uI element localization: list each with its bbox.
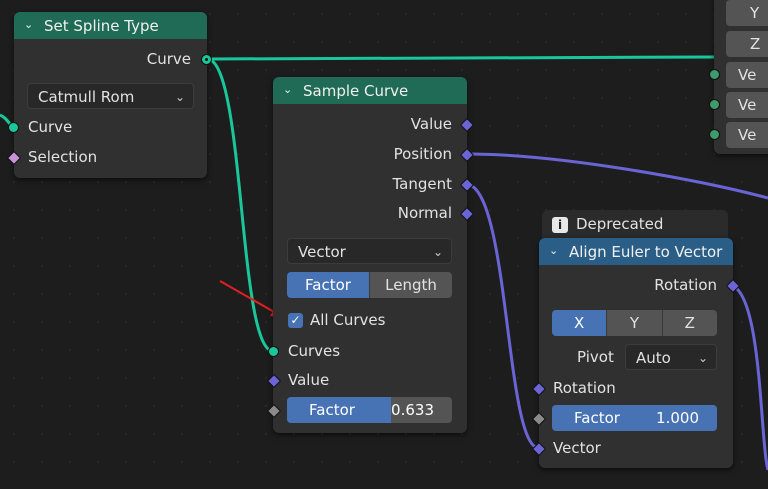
wire-curve-to-curves	[206, 57, 274, 353]
chevron-down-icon[interactable]: ⌄	[283, 83, 297, 96]
chevron-down-icon: ⌄	[174, 90, 185, 104]
output-position-label: Position	[393, 145, 452, 163]
set-spline-type-node[interactable]: ⌄ Set Spline Type Curve Catmull Rom ⌄ Cu…	[14, 12, 207, 178]
node-title: Set Spline Type	[44, 16, 159, 35]
chevron-down-icon: ⌄	[432, 245, 443, 259]
factor-slider[interactable]: Factor 1.000	[552, 405, 717, 431]
output-normal-label: Normal	[397, 204, 452, 222]
axis-y-button[interactable]: Y	[607, 310, 663, 336]
deprecated-label: Deprecated	[576, 215, 664, 233]
spline-type-value: Catmull Rom	[38, 88, 135, 106]
align-euler-header[interactable]: ⌄ Align Euler to Vector	[539, 238, 733, 265]
pivot-label: Pivot	[577, 348, 614, 366]
axis-toggle: X Y Z	[552, 310, 717, 336]
node-title: Sample Curve	[303, 81, 409, 100]
input-value-label: Value	[288, 371, 330, 389]
vector-field-3[interactable]: Ve	[726, 122, 768, 148]
socket-top-right-2[interactable]	[709, 99, 720, 110]
axis-z-field[interactable]: Z	[726, 31, 768, 57]
data-type-dropdown[interactable]: Vector ⌄	[287, 238, 452, 264]
pivot-value: Auto	[636, 349, 671, 367]
input-curves-label: Curves	[288, 342, 341, 360]
input-selection-label: Selection	[28, 148, 98, 166]
spline-type-dropdown[interactable]: Catmull Rom ⌄	[27, 83, 194, 109]
factor-slider-value: 1.000	[656, 409, 699, 427]
socket-output-curve[interactable]	[201, 54, 212, 65]
output-rotation-label: Rotation	[654, 276, 717, 294]
wire-curve-to-right	[206, 55, 715, 61]
deprecated-banner: i Deprecated	[542, 210, 728, 238]
input-rotation-label: Rotation	[553, 379, 616, 397]
chevron-down-icon: ⌄	[697, 351, 708, 365]
chevron-down-icon[interactable]: ⌄	[549, 244, 563, 257]
sample-curve-header[interactable]: ⌄ Sample Curve	[273, 77, 467, 104]
mode-length-button[interactable]: Length	[370, 272, 452, 298]
set-spline-type-header[interactable]: ⌄ Set Spline Type	[14, 12, 207, 39]
info-icon: i	[552, 217, 568, 233]
vector-field-2[interactable]: Ve	[726, 92, 768, 118]
axis-z-button[interactable]: Z	[662, 310, 717, 336]
wire-rotation-out	[732, 284, 768, 471]
socket-top-right-3[interactable]	[709, 129, 720, 140]
node-title: Align Euler to Vector	[569, 242, 723, 261]
factor-slider-label: Factor	[574, 409, 620, 427]
output-curve-label: Curve	[146, 50, 191, 68]
input-curve-label: Curve	[28, 118, 73, 136]
wire-position-out	[466, 152, 768, 200]
factor-slider-label: Factor	[309, 401, 355, 419]
socket-top-right-1[interactable]	[709, 69, 720, 80]
sample-curve-node[interactable]: ⌄ Sample Curve Value Position Tangent No…	[273, 77, 467, 433]
factor-slider-value: 0.633	[391, 401, 434, 419]
align-euler-node[interactable]: ⌄ Align Euler to Vector Rotation X Y Z P…	[539, 238, 733, 468]
mode-factor-button[interactable]: Factor	[287, 272, 370, 298]
all-curves-label: All Curves	[310, 311, 386, 329]
all-curves-checkbox[interactable]: ✓	[288, 313, 303, 328]
output-value-label: Value	[410, 115, 452, 133]
annotation-arrow-line	[219, 280, 277, 314]
axis-x-button[interactable]: X	[552, 310, 608, 336]
mode-toggle: Factor Length	[287, 272, 452, 298]
chevron-down-icon[interactable]: ⌄	[24, 18, 38, 31]
output-tangent-label: Tangent	[392, 175, 452, 193]
axis-y-field[interactable]: Y	[726, 0, 768, 26]
vector-field-1[interactable]: Ve	[726, 62, 768, 88]
factor-slider[interactable]: Factor 0.633	[287, 397, 452, 423]
input-vector-label: Vector	[553, 439, 601, 457]
socket-input-curve[interactable]	[8, 122, 19, 133]
pivot-dropdown[interactable]: Auto ⌄	[625, 344, 717, 370]
top-right-node[interactable]: Y Z Ve Ve Ve	[714, 0, 768, 154]
wire-tangent-to-vector	[466, 182, 540, 450]
socket-input-curves[interactable]	[268, 346, 279, 357]
data-type-value: Vector	[298, 243, 346, 261]
